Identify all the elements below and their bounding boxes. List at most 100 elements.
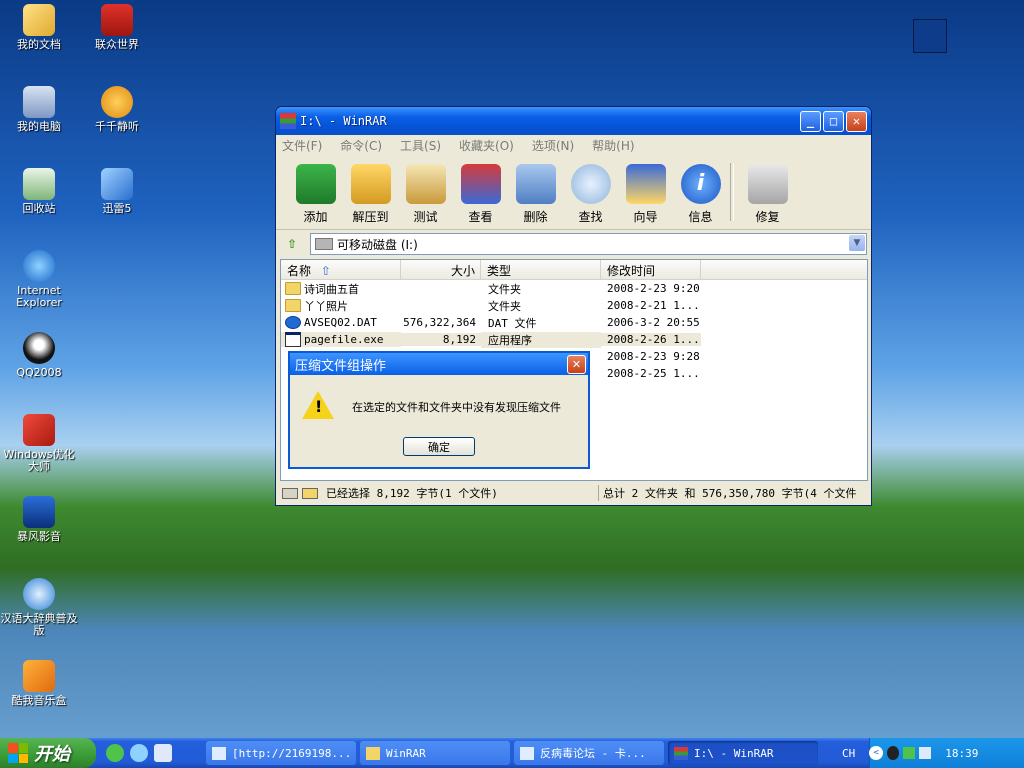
file-type: 文件夹 [488,282,521,296]
desktop-icon-my-computer[interactable]: 我的电脑 [0,86,78,133]
desktop-icon-qq[interactable]: QQ2008 [0,332,78,379]
toolbar-view-button[interactable]: 查看 [453,164,508,225]
folder-icon [285,299,301,312]
umbrella-tray-icon[interactable] [903,747,916,759]
column-modified[interactable]: 修改时间 [601,260,701,279]
desktop-icon-ttplayer[interactable]: 千千静听 [78,86,156,133]
file-name: pagefile.exe [304,333,384,346]
column-label: 名称 [287,264,312,278]
file-modified: 2008-2-23 9:20 [607,282,700,295]
toolbar-label: 信息 [688,210,713,224]
message-dialog: 压缩文件组操作 ✕ ! 在选定的文件和文件夹中没有发现压缩文件 确定 [288,351,590,469]
dialog-titlebar[interactable]: 压缩文件组操作 ✕ [290,353,588,375]
table-row-selected[interactable]: pagefile.exe 8,192 应用程序 2008-2-26 1... [281,331,867,348]
toolbar-repair-button[interactable]: 修复 [740,164,795,225]
file-modified: 2008-2-25 1... [607,367,700,380]
desktop-icon-label: 汉语大辞典普及版 [0,612,78,637]
dictionary-icon [23,578,55,610]
removable-drive-icon [315,238,333,250]
file-modified: 2008-2-23 9:28 [607,350,700,363]
toolbar-label: 测试 [413,210,438,224]
minimize-button[interactable]: _ [800,110,821,132]
desktop-icon-label: 酷我音乐盒 [11,694,67,707]
task-label: WinRAR [386,746,426,760]
toolbar-wizard-button[interactable]: 向导 [618,164,673,225]
menu-tools[interactable]: 工具(S) [400,137,441,154]
column-name[interactable]: 名称 ⇧ [281,260,401,279]
tray-expand-icon[interactable]: < [869,746,884,760]
status-total: 总计 2 文件夹 和 576,350,780 字节(4 个文件 [603,487,857,500]
file-modified: 2008-2-21 1... [607,299,700,312]
desktop-icon-ourgame[interactable]: 联众世界 [78,4,156,51]
taskbar-item-forum[interactable]: 反病毒论坛 - 卡... [514,741,664,765]
toolbar-find-button[interactable]: 查找 [563,164,618,225]
column-type[interactable]: 类型 [481,260,601,279]
start-button[interactable]: 开始 [0,738,96,768]
ie-icon [23,250,55,282]
file-modified: 2006-3-2 20:55 [607,316,700,329]
desktop-icon-internet-explorer[interactable]: Internet Explorer [0,250,78,309]
desktop-icon-recycle-bin[interactable]: 回收站 [0,168,78,215]
menu-help[interactable]: 帮助(H) [592,137,634,154]
menu-favorites[interactable]: 收藏夹(O) [459,137,514,154]
network-icon[interactable] [106,744,124,762]
desktop-icon-label: Internet Explorer [16,284,62,309]
drive-icon [282,487,298,499]
music-box-icon [23,660,55,692]
desktop-icon-windows-optimizer[interactable]: Windows优化大师 [0,414,78,473]
window-titlebar[interactable]: I:\ - WinRAR _ □ ✕ [276,107,871,135]
desktop-icon-storm-player[interactable]: 暴风影音 [0,496,78,543]
table-row[interactable]: AVSEQ02.DAT 576,322,364 DAT 文件 2006-3-2 … [281,314,867,331]
file-modified: 2008-2-26 1... [601,333,701,346]
recycle-bin-icon [23,168,55,200]
close-button[interactable]: ✕ [846,110,867,132]
taskbar-item-browser[interactable]: [http://2169198... [206,741,356,765]
folder-icon [285,282,301,295]
network-tray-icon[interactable] [919,747,932,759]
file-name: AVSEQ02.DAT [304,316,377,329]
table-row[interactable]: 诗词曲五首 文件夹 2008-2-23 9:20 [281,280,867,297]
language-indicator[interactable]: CH [842,747,855,760]
key-icon [302,487,318,499]
toolbar-info-button[interactable]: i 信息 [673,164,728,225]
taskbar-item-winrar-active[interactable]: I:\ - WinRAR [668,741,818,765]
maximize-button[interactable]: □ [823,110,844,132]
floating-thunder-icon[interactable] [913,19,947,53]
ok-button[interactable]: 确定 [403,437,475,456]
desktop-icon-my-documents[interactable]: 我的文档 [0,4,78,51]
toolbar-extract-button[interactable]: 解压到 [343,164,398,225]
desktop-icon-label: 千千静听 [95,120,139,133]
toolbar-label: 解压到 [352,210,389,224]
toolbar-label: 添加 [303,210,328,224]
desktop-icon-label: QQ2008 [16,366,62,379]
winrar-app-icon [280,113,296,129]
menu-options[interactable]: 选项(N) [532,137,574,154]
thunder-bird-icon [101,168,133,200]
menu-file[interactable]: 文件(F) [282,137,322,154]
taskbar-item-winrar-folder[interactable]: WinRAR [360,741,510,765]
menu-commands[interactable]: 命令(C) [340,137,382,154]
qq-tray-icon[interactable] [887,746,900,760]
column-size[interactable]: 大小 [401,260,481,279]
cube-icon [23,414,55,446]
toolbar-test-button[interactable]: 测试 [398,164,453,225]
path-combobox[interactable]: 可移动磁盘 (I:) ▼ [310,233,867,255]
desktop-icon-label: 联众世界 [95,38,139,51]
first-aid-kit-icon [747,164,788,204]
toolbar-delete-button[interactable]: 删除 [508,164,563,225]
browser-window-icon [520,746,534,760]
table-row[interactable]: 丫丫照片 文件夹 2008-2-21 1... [281,297,867,314]
file-type: DAT 文件 [488,316,537,330]
desktop-icon-dictionary[interactable]: 汉语大辞典普及版 [0,578,78,637]
desktop-icon-kuwo[interactable]: 酷我音乐盒 [0,660,78,707]
up-folder-button[interactable]: ⇧ [280,234,304,254]
wizard-icon [625,164,666,204]
chevron-down-icon[interactable]: ▼ [849,235,865,251]
computer-icon [23,86,55,118]
dialog-close-button[interactable]: ✕ [567,354,586,374]
show-desktop-icon[interactable] [154,744,172,762]
file-type: 应用程序 [481,331,601,348]
toolbar-add-button[interactable]: 添加 [288,164,343,225]
desktop-icon-thunder[interactable]: 迅雷5 [78,168,156,215]
ie-quicklaunch-icon[interactable] [130,744,148,762]
